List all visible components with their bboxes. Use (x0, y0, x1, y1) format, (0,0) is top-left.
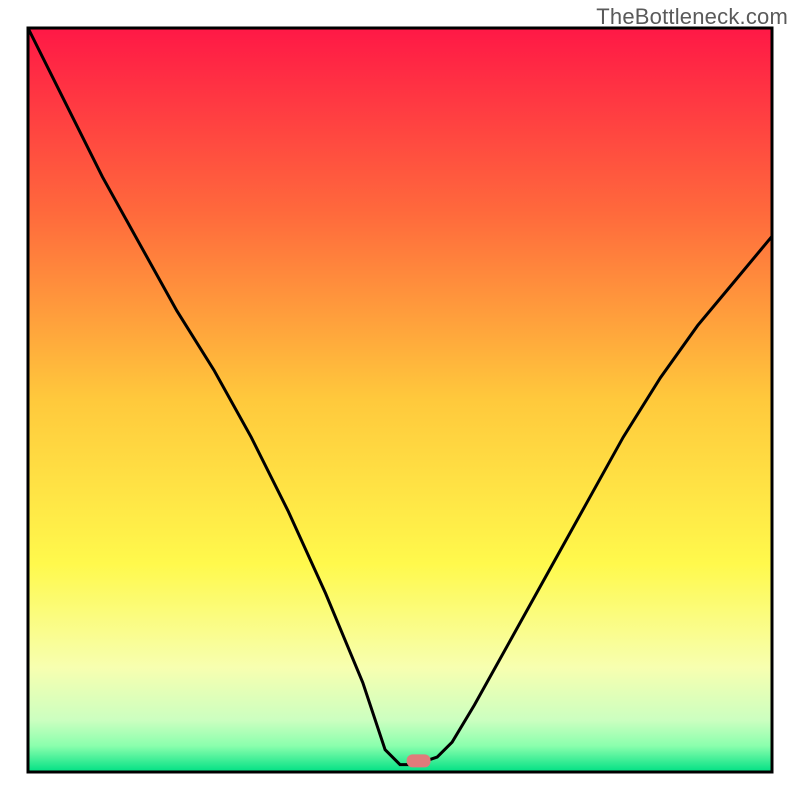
plot-background (28, 28, 772, 772)
watermark-text: TheBottleneck.com (596, 4, 788, 30)
sweet-spot-marker (407, 754, 431, 767)
chart-svg (0, 0, 800, 800)
chart-container: TheBottleneck.com (0, 0, 800, 800)
